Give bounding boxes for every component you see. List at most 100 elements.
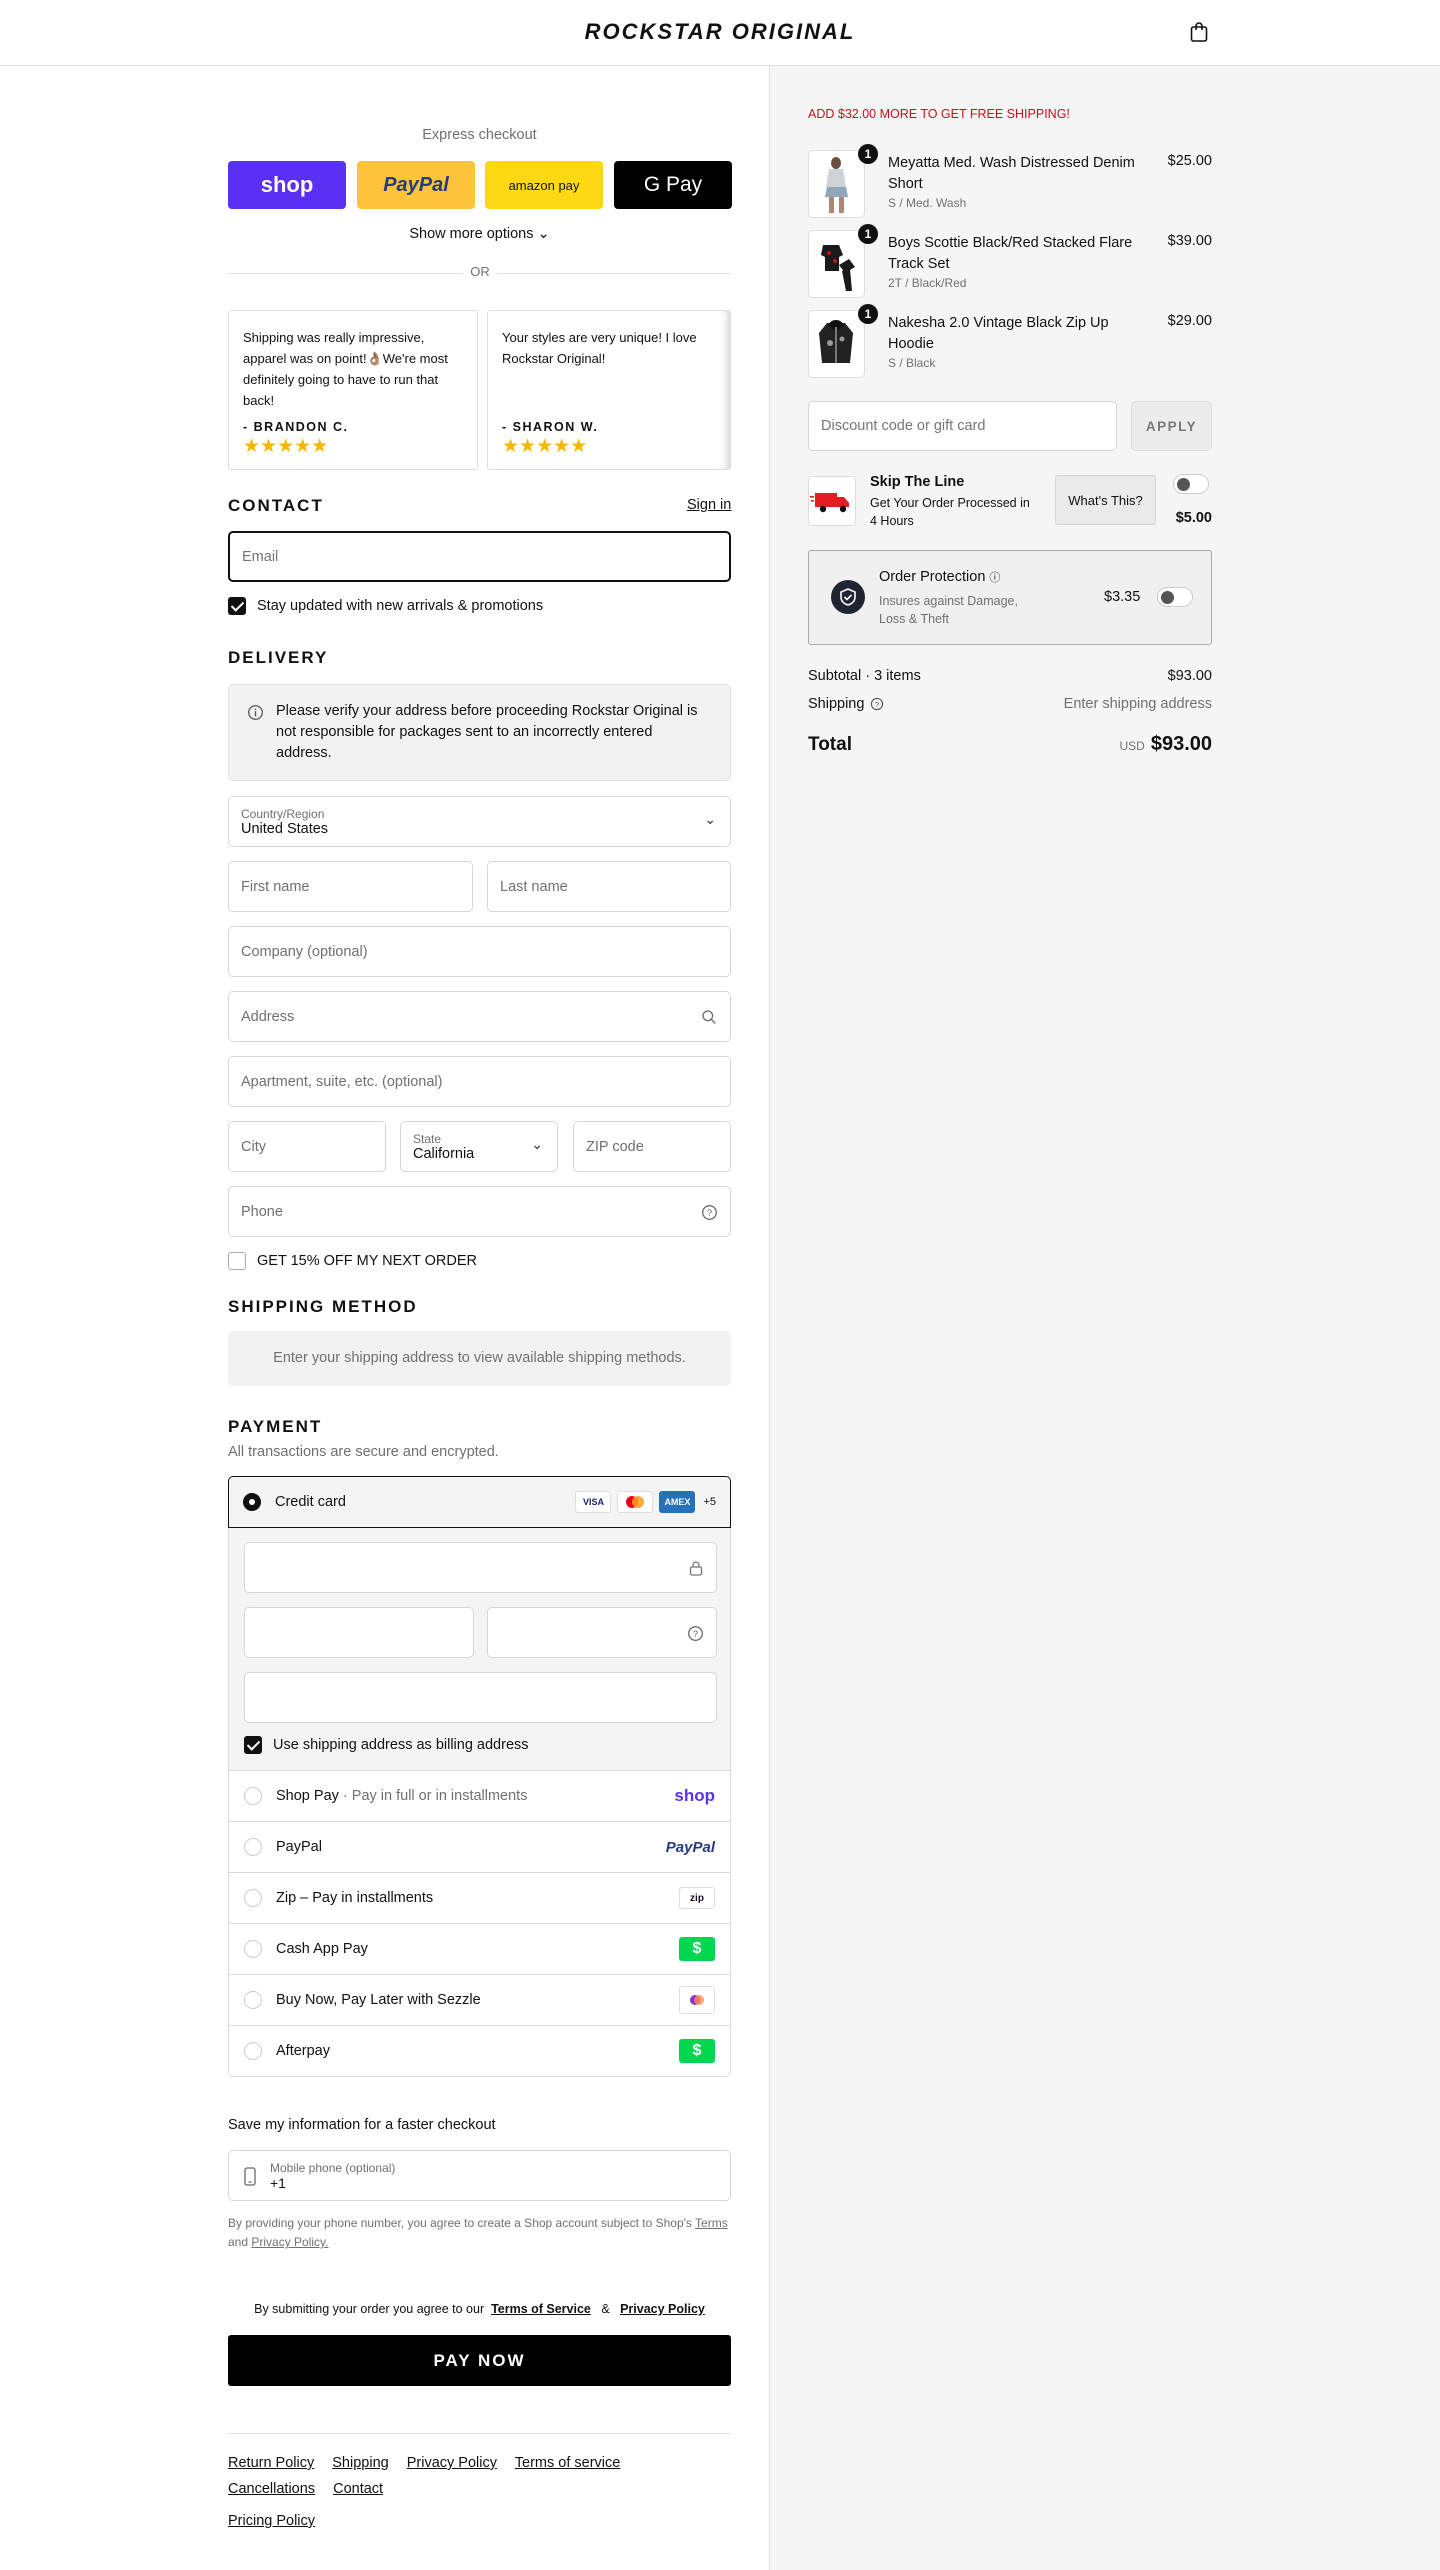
terms-link[interactable]: Terms bbox=[695, 2216, 728, 2230]
save-info-title: Save my information for a faster checkou… bbox=[228, 2117, 496, 2133]
zip-field[interactable]: ZIP code bbox=[573, 1121, 731, 1172]
payment-radio[interactable] bbox=[244, 1991, 262, 2009]
billing-checkbox[interactable] bbox=[244, 1736, 262, 1754]
credit-card-label: Credit card bbox=[275, 1494, 346, 1510]
footer-link-pricing-policy[interactable]: Pricing Policy bbox=[228, 2513, 315, 2529]
payment-method-sezzle[interactable]: Buy Now, Pay Later with Sezzle bbox=[228, 1975, 731, 2026]
payment-radio[interactable] bbox=[244, 1787, 262, 1805]
payment-method-zip[interactable]: Zip – Pay in installments zip bbox=[228, 1873, 731, 1924]
paypal-button[interactable]: PayPal bbox=[357, 161, 475, 209]
review-stars: ★★★★★ bbox=[243, 436, 329, 457]
zip-logo: zip bbox=[679, 1887, 715, 1909]
svg-text:?: ? bbox=[875, 700, 879, 709]
help-icon[interactable]: ? bbox=[870, 697, 884, 711]
mobile-phone-value: +1 bbox=[270, 2174, 286, 2191]
amazon-pay-button[interactable]: amazon pay bbox=[485, 161, 603, 209]
sign-in-link[interactable]: Sign in bbox=[687, 497, 731, 513]
payment-method-label: Afterpay bbox=[276, 2043, 330, 2059]
terms-of-service-link[interactable]: Terms of Service bbox=[491, 2302, 591, 2316]
skip-description: Get Your Order Processed in 4 Hours bbox=[870, 496, 1030, 528]
mobile-phone-field[interactable]: Mobile phone (optional) +1 bbox=[228, 2150, 731, 2201]
footer-link-contact[interactable]: Contact bbox=[333, 2481, 383, 2497]
shipping-method-title: SHIPPING METHOD bbox=[228, 1297, 418, 1316]
expiration-field[interactable] bbox=[244, 1607, 474, 1658]
pay-now-button[interactable]: PAY NOW bbox=[228, 2335, 731, 2386]
footer-link-shipping[interactable]: Shipping bbox=[332, 2455, 388, 2471]
payment-method-afterpay[interactable]: Afterpay $ bbox=[228, 2026, 731, 2077]
apartment-field[interactable]: Apartment, suite, etc. (optional) bbox=[228, 1056, 731, 1107]
skip-the-line-toggle[interactable] bbox=[1173, 474, 1209, 494]
shop-pay-logo: shop bbox=[674, 1786, 715, 1805]
newsletter-option[interactable]: Stay updated with new arrivals & promoti… bbox=[228, 597, 543, 615]
city-field[interactable]: City bbox=[228, 1121, 386, 1172]
help-icon[interactable]: ? bbox=[701, 1204, 718, 1221]
shipping-value: Enter shipping address bbox=[1063, 696, 1212, 712]
svg-text:?: ? bbox=[707, 1208, 712, 1218]
company-field[interactable]: Company (optional) bbox=[228, 926, 731, 977]
whats-this-button[interactable]: What's This? bbox=[1055, 475, 1156, 525]
protection-title: Order Protection ⓘ bbox=[879, 569, 1001, 585]
address-notice: Please verify your address before procee… bbox=[228, 684, 731, 781]
card-number-field[interactable] bbox=[244, 1542, 717, 1593]
item-variant: S / Med. Wash bbox=[888, 196, 967, 210]
footer-link-privacy-policy[interactable]: Privacy Policy bbox=[407, 2455, 497, 2471]
offer-option[interactable]: GET 15% OFF MY NEXT ORDER bbox=[228, 1252, 477, 1270]
total-value: $93.00 bbox=[1150, 733, 1212, 755]
security-code-field[interactable]: ? bbox=[487, 1607, 717, 1658]
delivery-truck-icon bbox=[808, 476, 856, 526]
payment-radio[interactable] bbox=[244, 1889, 262, 1907]
item-name: Meyatta Med. Wash Distressed Denim Short bbox=[888, 155, 1135, 192]
privacy-link[interactable]: Privacy Policy. bbox=[251, 2235, 328, 2249]
payment-method-shop-pay[interactable]: Shop Pay · Pay in full or in installment… bbox=[228, 1771, 731, 1822]
payment-method-label: Shop Pay bbox=[276, 1788, 339, 1804]
payment-method-cash-app[interactable]: Cash App Pay $ bbox=[228, 1924, 731, 1975]
country-select[interactable]: Country/Region United States ⌄ bbox=[228, 796, 731, 847]
product-thumbnail bbox=[808, 150, 865, 218]
delivery-title: DELIVERY bbox=[228, 648, 329, 667]
card-form: ? Use shipping address as billing addres… bbox=[228, 1528, 731, 1771]
payment-radio[interactable] bbox=[244, 1838, 262, 1856]
footer-link-cancellations[interactable]: Cancellations bbox=[228, 2481, 315, 2497]
payment-radio[interactable] bbox=[244, 2042, 262, 2060]
google-pay-button[interactable]: G Pay bbox=[614, 161, 732, 209]
quantity-badge: 1 bbox=[858, 224, 878, 244]
discount-code-field[interactable] bbox=[808, 401, 1117, 451]
store-logo[interactable]: ROCKSTAR ORIGINAL bbox=[0, 0, 1440, 64]
email-field[interactable] bbox=[228, 531, 731, 582]
credit-card-option[interactable]: Credit card VISA AMEX +5 bbox=[228, 1476, 731, 1528]
info-icon[interactable]: ⓘ bbox=[989, 572, 1000, 584]
shopping-bag-icon[interactable] bbox=[1187, 20, 1211, 44]
privacy-policy-link[interactable]: Privacy Policy bbox=[620, 2302, 705, 2316]
credit-card-radio[interactable] bbox=[243, 1493, 261, 1511]
apply-discount-button[interactable]: APPLY bbox=[1131, 401, 1212, 451]
shop-pay-button[interactable]: shop bbox=[228, 161, 346, 209]
shipping-method-message: Enter your shipping address to view avai… bbox=[228, 1331, 731, 1386]
product-thumbnail bbox=[808, 310, 865, 378]
mobile-phone-label: Mobile phone (optional) bbox=[270, 2160, 396, 2175]
order-protection-toggle[interactable] bbox=[1157, 587, 1193, 607]
show-more-options[interactable]: Show more options ⌄ bbox=[228, 226, 731, 242]
quantity-badge: 1 bbox=[858, 304, 878, 324]
state-value: California bbox=[413, 1145, 475, 1162]
help-icon[interactable]: ? bbox=[687, 1625, 704, 1642]
payment-method-label: Cash App Pay bbox=[276, 1941, 368, 1957]
phone-field[interactable]: Phone ? bbox=[228, 1186, 731, 1237]
name-on-card-field[interactable] bbox=[244, 1672, 717, 1723]
first-name-field[interactable]: First name bbox=[228, 861, 473, 912]
chevron-down-icon: ⌄ bbox=[537, 226, 550, 242]
footer-link-terms[interactable]: Terms of service bbox=[515, 2455, 621, 2471]
item-price: $39.00 bbox=[1167, 233, 1212, 249]
state-select[interactable]: State California ⌄ bbox=[400, 1121, 558, 1172]
billing-address-option[interactable]: Use shipping address as billing address bbox=[244, 1736, 529, 1754]
offer-checkbox[interactable] bbox=[228, 1252, 246, 1270]
protection-price: $3.35 bbox=[1104, 589, 1141, 605]
address-field[interactable]: Address bbox=[228, 991, 731, 1042]
last-name-field[interactable]: Last name bbox=[487, 861, 731, 912]
payment-title: PAYMENT bbox=[228, 1417, 323, 1436]
country-label: Country/Region bbox=[241, 806, 325, 821]
footer-link-return-policy[interactable]: Return Policy bbox=[228, 2455, 314, 2471]
payment-method-paypal[interactable]: PayPal PayPal bbox=[228, 1822, 731, 1873]
newsletter-checkbox[interactable] bbox=[228, 597, 246, 615]
offer-label: GET 15% OFF MY NEXT ORDER bbox=[257, 1253, 477, 1269]
payment-radio[interactable] bbox=[244, 1940, 262, 1958]
